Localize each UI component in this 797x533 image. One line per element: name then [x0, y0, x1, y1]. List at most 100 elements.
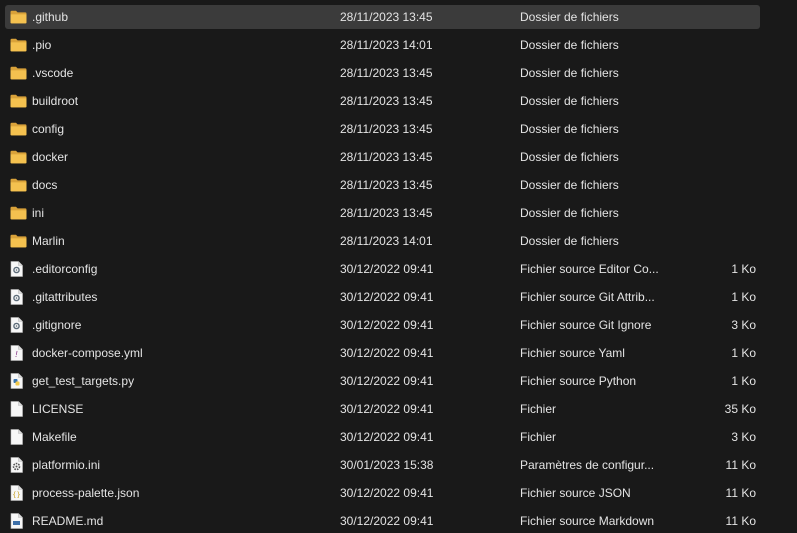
file-row[interactable]: .gitignore 30/12/2022 09:41 Fichier source…	[5, 313, 760, 337]
file-size	[685, 145, 756, 169]
file-row[interactable]: get_test_targets.py 30/12/2022 09:41 Fichi…	[5, 369, 760, 393]
file-name: Marlin	[32, 234, 65, 248]
svg-text:{}: {}	[12, 491, 20, 499]
file-type: Dossier de fichiers	[520, 122, 619, 136]
file-row[interactable]: .gitattributes 30/12/2022 09:41 Fichier so…	[5, 285, 760, 309]
file-modified-date: 30/12/2022 09:41	[340, 374, 434, 388]
file-type: Fichier source Editor Co...	[520, 262, 659, 276]
file-type: Dossier de fichiers	[520, 38, 619, 52]
file-row[interactable]: Makefile 30/12/2022 09:41 Fichier 3 Ko	[5, 425, 760, 449]
config-file-icon	[10, 313, 30, 337]
file-type: Fichier	[520, 402, 557, 416]
blank-file-icon	[10, 397, 30, 421]
file-size	[685, 229, 756, 253]
file-size	[685, 61, 756, 85]
file-row[interactable]: buildroot 28/11/2023 13:45 Dossier de fich…	[5, 89, 760, 113]
file-size: 1 Ko	[731, 262, 756, 276]
file-type: Fichier source Python	[520, 374, 637, 388]
settings-file-icon	[10, 453, 30, 477]
file-type: Paramètres de configur...	[520, 458, 655, 472]
file-modified-date: 28/11/2023 14:01	[340, 38, 433, 52]
file-modified-date: 30/12/2022 09:41	[340, 290, 434, 304]
yaml-file-icon: !	[10, 341, 30, 365]
file-size	[685, 201, 756, 225]
file-modified-date: 28/11/2023 13:45	[340, 94, 433, 108]
file-name: .gitignore	[32, 318, 82, 332]
file-row[interactable]: {} process-palette.json 30/12/2022 09:41 Fi…	[5, 481, 760, 505]
file-modified-date: 30/12/2022 09:41	[340, 430, 434, 444]
file-name: .vscode	[32, 66, 74, 80]
file-name: get_test_targets.py	[32, 374, 135, 388]
file-name: docker-compose.yml	[32, 346, 143, 360]
file-size: 11 Ko	[725, 486, 756, 500]
file-name: .pio	[32, 38, 52, 52]
file-size: 35 Ko	[724, 402, 756, 416]
file-name: .editorconfig	[32, 262, 98, 276]
file-type: Dossier de fichiers	[520, 10, 619, 24]
file-row[interactable]: docker 28/11/2023 13:45 Dossier de fichier…	[5, 145, 760, 169]
file-row[interactable]: .vscode 28/11/2023 13:45 Dossier de fichie…	[5, 61, 760, 85]
file-row[interactable]: LICENSE 30/12/2022 09:41 Fichier 35 Ko	[5, 397, 760, 421]
file-row[interactable]: docs 28/11/2023 13:45 Dossier de fichiers	[5, 173, 760, 197]
file-modified-date: 30/12/2022 09:41	[340, 346, 434, 360]
folder-icon	[10, 117, 30, 141]
file-modified-date: 28/11/2023 13:45	[340, 66, 433, 80]
file-row[interactable]: .pio 28/11/2023 14:01 Dossier de fichiers	[5, 33, 760, 57]
file-type: Dossier de fichiers	[520, 206, 619, 220]
file-type: Fichier	[520, 430, 557, 444]
file-name: buildroot	[32, 94, 79, 108]
file-size: 11 Ko	[725, 458, 756, 472]
file-size: 3 Ko	[731, 318, 756, 332]
file-row[interactable]: ! docker-compose.yml 30/12/2022 09:41 Fichi…	[5, 341, 760, 365]
file-modified-date: 30/12/2022 09:41	[340, 514, 434, 528]
file-name: docs	[32, 178, 58, 192]
file-name: docker	[32, 150, 69, 164]
file-row[interactable]: ini 28/11/2023 13:45 Dossier de fichiers	[5, 201, 760, 225]
file-name: README.md	[32, 514, 104, 528]
file-name: config	[32, 122, 65, 136]
folder-icon	[10, 61, 30, 85]
file-row[interactable]: platformio.ini 30/01/2023 15:38 Paramètres…	[5, 453, 760, 477]
file-row[interactable]: .editorconfig 30/12/2022 09:41 Fichier sou…	[5, 257, 760, 281]
folder-icon	[10, 5, 30, 29]
file-modified-date: 28/11/2023 13:45	[340, 178, 433, 192]
file-type: Dossier de fichiers	[520, 66, 619, 80]
file-type: Dossier de fichiers	[520, 178, 619, 192]
file-size	[685, 5, 756, 29]
file-type: Fichier source JSON	[520, 486, 631, 500]
file-type: Fichier source Git Attrib...	[520, 290, 655, 304]
config-file-icon	[10, 257, 30, 281]
file-row[interactable]: README.md 30/12/2022 09:41 Fichier source …	[5, 509, 760, 533]
folder-icon	[10, 89, 30, 113]
folder-icon	[10, 229, 30, 253]
file-size	[685, 117, 756, 141]
file-modified-date: 28/11/2023 13:45	[340, 206, 433, 220]
file-size: 3 Ko	[731, 430, 756, 444]
file-size: 1 Ko	[731, 290, 756, 304]
file-name: process-palette.json	[32, 486, 140, 500]
json-file-icon: {}	[10, 481, 30, 505]
file-size	[685, 173, 756, 197]
file-type: Dossier de fichiers	[520, 94, 619, 108]
svg-text:!: !	[15, 350, 18, 359]
markdown-file-icon	[10, 509, 30, 533]
file-size: 1 Ko	[731, 374, 756, 388]
folder-icon	[10, 145, 30, 169]
file-size	[685, 89, 756, 113]
file-type: Dossier de fichiers	[520, 234, 619, 248]
file-row[interactable]: Marlin 28/11/2023 14:01 Dossier de fichier…	[5, 229, 760, 253]
file-modified-date: 28/11/2023 13:45	[340, 122, 433, 136]
folder-icon	[10, 201, 30, 225]
file-list: .github 28/11/2023 13:45 Dossier de fichie…	[0, 0, 797, 533]
file-name: platformio.ini	[32, 458, 101, 472]
file-type: Fichier source Markdown	[520, 514, 655, 528]
folder-icon	[10, 173, 30, 197]
blank-file-icon	[10, 425, 30, 449]
file-row[interactable]: config 28/11/2023 13:45 Dossier de fichier…	[5, 117, 760, 141]
python-file-icon	[10, 369, 30, 393]
config-file-icon	[10, 285, 30, 309]
file-modified-date: 28/11/2023 14:01	[340, 234, 433, 248]
folder-icon	[10, 33, 30, 57]
file-row[interactable]: .github 28/11/2023 13:45 Dossier de fichie…	[5, 5, 760, 29]
file-modified-date: 30/12/2022 09:41	[340, 318, 434, 332]
